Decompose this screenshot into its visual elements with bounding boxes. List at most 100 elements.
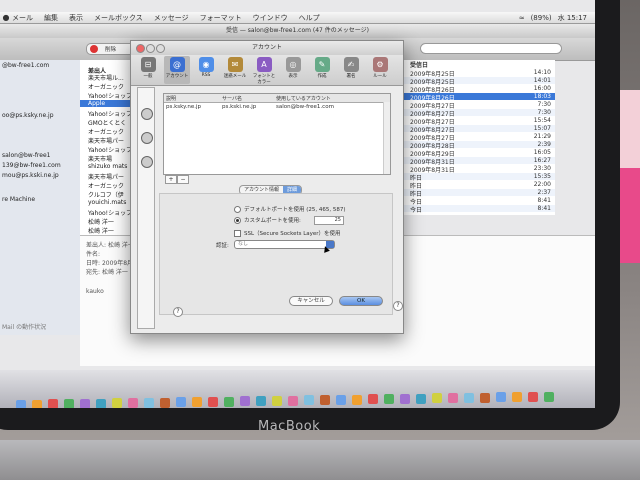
- date-row[interactable]: 2009年8月27日 7:30: [400, 101, 555, 110]
- dock-app-icon[interactable]: [112, 398, 122, 408]
- menu-help[interactable]: ヘルプ: [299, 13, 320, 23]
- dock-app-icon[interactable]: [80, 399, 90, 408]
- custom-port-field[interactable]: 25: [314, 216, 344, 225]
- dock-app-icon[interactable]: [160, 398, 170, 408]
- dock-app-icon[interactable]: [512, 392, 522, 402]
- message-row[interactable]: クルコフ（伊: [88, 190, 124, 199]
- column-header-server[interactable]: サーバ名: [222, 95, 242, 102]
- dock-app-icon[interactable]: [448, 393, 458, 403]
- dock-app-icon[interactable]: [48, 399, 58, 408]
- default-port-radio[interactable]: [234, 206, 241, 213]
- remove-server-button[interactable]: −: [177, 175, 189, 184]
- message-row[interactable]: 楽天市場パー: [88, 172, 124, 181]
- clock-text[interactable]: 水 15:17: [558, 13, 587, 23]
- date-row[interactable]: 今日 8:41: [400, 205, 555, 214]
- sidebar-item[interactable]: 139@bw-free1.com: [2, 162, 61, 169]
- account-icon[interactable]: [141, 132, 153, 144]
- dock-app-icon[interactable]: [272, 396, 282, 406]
- account-icon[interactable]: [141, 108, 153, 120]
- message-row[interactable]: GMOとくとく: [88, 118, 126, 127]
- table-row[interactable]: ps.ksky.ne.jp ps.kski.ne.jp salon@bw-fre…: [164, 103, 390, 111]
- close-window-icon[interactable]: [136, 44, 145, 53]
- menu-window[interactable]: ウインドウ: [253, 13, 288, 23]
- message-row[interactable]: Yahoo!ショップ: [88, 208, 132, 217]
- dock-app-icon[interactable]: [432, 393, 442, 403]
- date-row[interactable]: 2009年8月31日 23:30: [400, 165, 555, 174]
- dock-app-icon[interactable]: [464, 393, 474, 403]
- date-row[interactable]: 2009年8月26日 18:03: [400, 93, 555, 102]
- menu-format[interactable]: フォーマット: [200, 13, 242, 23]
- date-row[interactable]: 昨日 15:35: [400, 173, 555, 182]
- ok-button[interactable]: OK: [339, 296, 383, 306]
- message-row[interactable]: オーガニック: [88, 127, 124, 136]
- wifi-icon[interactable]: ≈: [519, 14, 525, 22]
- menu-edit[interactable]: 編集: [44, 13, 58, 23]
- custom-port-radio[interactable]: [234, 217, 241, 224]
- message-row[interactable]: shizuko mats: [88, 163, 127, 170]
- sidebar-item[interactable]: re Machine: [2, 196, 35, 203]
- menu-view[interactable]: 表示: [69, 13, 83, 23]
- menu-mailbox[interactable]: メールボックス: [94, 13, 143, 23]
- date-row[interactable]: 昨日 22:00: [400, 181, 555, 190]
- date-row[interactable]: 2009年8月25日 14:10: [400, 69, 555, 78]
- dock-app-icon[interactable]: [64, 399, 74, 408]
- dock-app-icon[interactable]: [192, 397, 202, 407]
- help-button[interactable]: ?: [173, 307, 183, 317]
- dock-app-icon[interactable]: [496, 392, 506, 402]
- pref-tab-8[interactable]: ⚙ ルール: [367, 56, 393, 84]
- message-row[interactable]: Yahoo!ショップ: [88, 145, 132, 154]
- date-row[interactable]: 2009年8月27日 15:07: [400, 125, 555, 134]
- pref-tab-4[interactable]: A フォントとカラー: [251, 56, 277, 85]
- message-row[interactable]: 楽天市場パー: [88, 136, 124, 145]
- dock-app-icon[interactable]: [416, 394, 426, 404]
- pref-tab-1[interactable]: @ アカウント: [164, 56, 190, 84]
- dock-app-icon[interactable]: [368, 394, 378, 404]
- dock-app-icon[interactable]: [32, 400, 42, 408]
- date-row[interactable]: 昨日 2:37: [400, 189, 555, 198]
- dock-app-icon[interactable]: [544, 392, 554, 402]
- message-row[interactable]: 楽天市場ル...: [88, 73, 124, 82]
- date-list-header[interactable]: 受信日: [400, 60, 555, 69]
- add-server-button[interactable]: +: [165, 175, 177, 184]
- dock-app-icon[interactable]: [384, 394, 394, 404]
- dock-app-icon[interactable]: [352, 395, 362, 405]
- date-row[interactable]: 2009年8月26日 16:00: [400, 85, 555, 94]
- dock-app-icon[interactable]: [480, 393, 490, 403]
- message-row[interactable]: youichi.mats: [88, 199, 126, 206]
- dock-app-icon[interactable]: [256, 396, 266, 406]
- menu-message[interactable]: メッセージ: [154, 13, 189, 23]
- apple-menu-icon[interactable]: ●: [0, 13, 12, 22]
- sidebar-item[interactable]: mou@ps.kski.ne.jp: [2, 172, 59, 179]
- dock-app-icon[interactable]: [96, 399, 106, 408]
- column-header-description[interactable]: 説明: [166, 95, 176, 102]
- ssl-checkbox[interactable]: [234, 230, 241, 237]
- sidebar-item[interactable]: salon@bw-free1: [2, 152, 50, 159]
- message-row[interactable]: 楽天市場: [88, 154, 112, 163]
- dock-app-icon[interactable]: [288, 396, 298, 406]
- dock-app-icon[interactable]: [176, 397, 186, 407]
- zoom-window-icon[interactable]: [156, 44, 165, 53]
- date-row[interactable]: 2009年8月27日 7:30: [400, 109, 555, 118]
- dock-app-icon[interactable]: [16, 400, 26, 408]
- column-header-account[interactable]: 使用しているアカウント: [276, 95, 331, 102]
- dock-app-icon[interactable]: [304, 395, 314, 405]
- table-scrollbar[interactable]: [383, 102, 390, 174]
- date-row[interactable]: 2009年8月27日 21:29: [400, 133, 555, 142]
- dock-app-icon[interactable]: [336, 395, 346, 405]
- sidebar-item[interactable]: oo@ps.ksky.ne.jp: [2, 112, 54, 119]
- menu-mail[interactable]: メール: [12, 13, 33, 23]
- message-row[interactable]: オーガニック: [88, 181, 124, 190]
- dock-app-icon[interactable]: [128, 398, 138, 408]
- minimize-window-icon[interactable]: [146, 44, 155, 53]
- message-row[interactable]: オーガニック: [88, 82, 124, 91]
- dock-app-icon[interactable]: [144, 398, 154, 408]
- dock-app-icon[interactable]: [528, 392, 538, 402]
- date-row[interactable]: 2009年8月29日 16:05: [400, 149, 555, 158]
- dock-app-icon[interactable]: [400, 394, 410, 404]
- message-row[interactable]: 松崎 洋一: [88, 226, 114, 235]
- date-row[interactable]: 2009年8月27日 15:54: [400, 117, 555, 126]
- pref-tab-6[interactable]: ✎ 作成: [309, 56, 335, 84]
- help-button-right[interactable]: ?: [393, 301, 403, 311]
- date-row[interactable]: 2009年8月28日 2:39: [400, 141, 555, 150]
- auth-select[interactable]: なし: [234, 240, 335, 249]
